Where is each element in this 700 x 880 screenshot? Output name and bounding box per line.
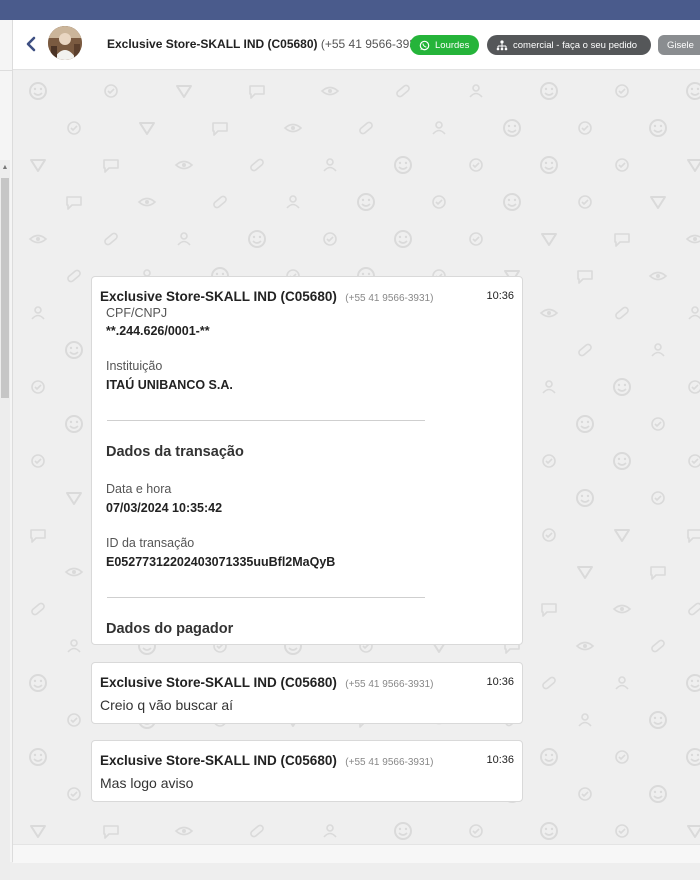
- message-sender-phone: (+55 41 9566-3931): [345, 679, 434, 690]
- queue-badge[interactable]: comercial - faça o seu pedido: [487, 35, 651, 55]
- contact-title: Exclusive Store-SKALL IND (C05680) (+55 …: [107, 37, 427, 51]
- transaction-id-label: ID da transação: [106, 536, 195, 550]
- message-sender: Exclusive Store-SKALL IND (C05680): [100, 289, 337, 304]
- message-text: Creio q vão buscar aí: [100, 697, 234, 713]
- queue-badge-label: comercial - faça o seu pedido: [513, 39, 638, 51]
- datetime-value: 07/03/2024 10:35:42: [106, 501, 223, 515]
- message-sender-phone: (+55 41 9566-3931): [345, 293, 434, 304]
- message-bubble[interactable]: Exclusive Store-SKALL IND (C05680) (+55 …: [91, 276, 523, 645]
- message-time: 10:36: [486, 754, 514, 766]
- message-composer-edge[interactable]: [13, 844, 700, 863]
- message-time: 10:36: [486, 290, 514, 302]
- agent-badge-label: Gisele: [667, 39, 694, 51]
- message-header: Exclusive Store-SKALL IND (C05680) (+55 …: [100, 752, 514, 768]
- receipt-divider: [107, 597, 425, 598]
- chat-header: Exclusive Store-SKALL IND (C05680) (+55 …: [13, 20, 700, 70]
- org-chart-icon: [496, 39, 508, 50]
- whatsapp-connection-badge[interactable]: Lourdes: [410, 35, 479, 55]
- message-sender: Exclusive Store-SKALL IND (C05680): [100, 675, 337, 690]
- message-header: Exclusive Store-SKALL IND (C05680) (+55 …: [100, 288, 514, 304]
- message-header: Exclusive Store-SKALL IND (C05680) (+55 …: [100, 674, 514, 690]
- contact-list-edge: ▲: [0, 20, 13, 880]
- whatsapp-badge-label: Lourdes: [435, 39, 470, 51]
- cpf-value: **.244.626/0001-**: [106, 324, 210, 338]
- avatar[interactable]: [48, 26, 82, 60]
- scroll-up-icon[interactable]: ▲: [0, 164, 10, 171]
- payer-section-title: Dados do pagador: [106, 621, 234, 637]
- message-bubble[interactable]: Exclusive Store-SKALL IND (C05680) (+55 …: [91, 662, 523, 724]
- chat-messages-area[interactable]: Exclusive Store-SKALL IND (C05680) (+55 …: [13, 71, 700, 844]
- transaction-id-value: E05277312202403071335uuBfl2MaQyB: [106, 555, 336, 569]
- scrollbar[interactable]: ▲: [0, 160, 10, 880]
- whatsapp-icon: [419, 40, 430, 50]
- datetime-label: Data e hora: [106, 482, 172, 496]
- institution-value: ITAÚ UNIBANCO S.A.: [106, 378, 233, 392]
- agent-badge[interactable]: Gisele: [658, 35, 700, 55]
- message-time: 10:36: [486, 676, 514, 688]
- pix-receipt-image[interactable]: CPF/CNPJ **.244.626/0001-** Instituição …: [93, 306, 523, 639]
- message-text: Mas logo aviso: [100, 775, 194, 791]
- scrollbar-thumb[interactable]: [1, 178, 9, 398]
- message-bubble[interactable]: Exclusive Store-SKALL IND (C05680) (+55 …: [91, 740, 523, 802]
- message-sender: Exclusive Store-SKALL IND (C05680): [100, 753, 337, 768]
- message-sender-phone: (+55 41 9566-3931): [345, 757, 434, 768]
- contact-name: Exclusive Store-SKALL IND (C05680): [107, 37, 318, 51]
- receipt-divider: [107, 420, 425, 421]
- institution-label: Instituição: [106, 359, 163, 373]
- cpf-label: CPF/CNPJ: [106, 306, 168, 320]
- chevron-left-icon[interactable]: [23, 35, 39, 53]
- divider: [0, 70, 12, 71]
- app-top-bar: [0, 0, 700, 20]
- transaction-section-title: Dados da transação: [106, 444, 244, 460]
